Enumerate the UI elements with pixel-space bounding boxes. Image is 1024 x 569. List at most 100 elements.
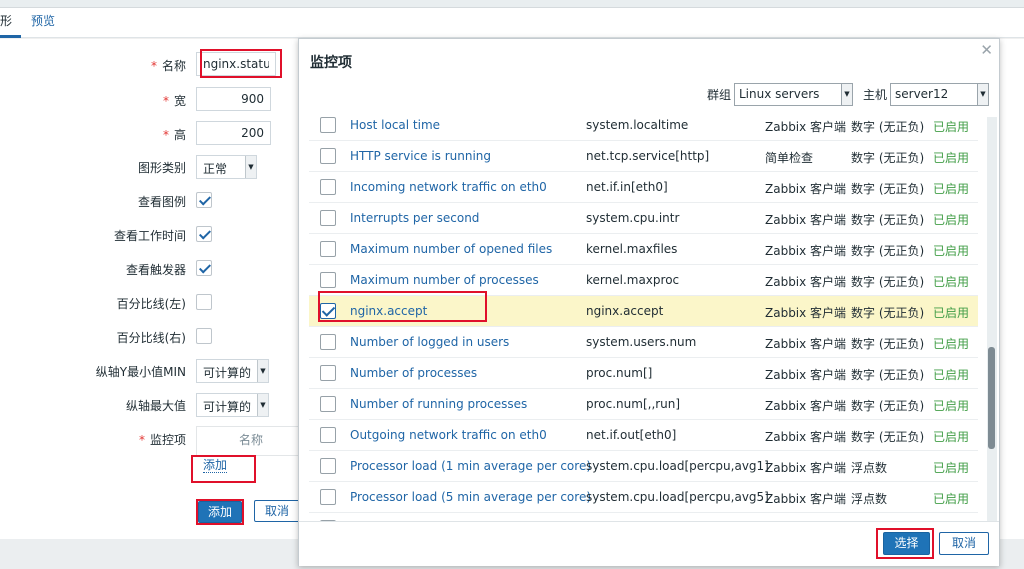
- group-select[interactable]: Linux servers ▼: [734, 83, 853, 106]
- group-label: 群组: [707, 88, 732, 102]
- list-scrollbar[interactable]: [987, 117, 997, 521]
- dialog-cancel-button[interactable]: 取消: [939, 532, 989, 555]
- percentile-right-label: 百分比线(右): [116, 331, 186, 345]
- item-name-link[interactable]: Processor load (5 min average per core): [350, 490, 591, 504]
- show-triggers-checkbox[interactable]: [196, 260, 212, 276]
- item-key: nginx.accept: [586, 304, 664, 318]
- tab-preview[interactable]: 预览: [31, 8, 55, 38]
- item-value-type: 数字 (无正负): [851, 151, 925, 165]
- close-icon[interactable]: ✕: [980, 41, 993, 59]
- items-column-name: 名称: [238, 433, 263, 447]
- item-name-link[interactable]: Incoming network traffic on eth0: [350, 180, 547, 194]
- table-row[interactable]: Number of running processes proc.num[,,ru…: [309, 389, 978, 420]
- item-name-link[interactable]: Number of processes: [350, 366, 477, 380]
- table-row[interactable]: Number of logged in users system.users.nu…: [309, 327, 978, 358]
- item-type: Zabbix 客户端: [765, 430, 847, 444]
- item-key: system.cpu.intr: [586, 211, 680, 225]
- item-name-link[interactable]: Maximum number of opened files: [350, 242, 552, 256]
- highlight-name: [200, 49, 282, 78]
- scrollbar-thumb[interactable]: [988, 347, 995, 449]
- item-type: Zabbix 客户端: [765, 182, 847, 196]
- item-name-link[interactable]: HTTP service is running: [350, 149, 491, 163]
- highlight-add-button: [196, 499, 244, 525]
- host-label: 主机: [863, 88, 888, 102]
- row-checkbox[interactable]: [320, 148, 336, 164]
- ymax-select[interactable]: 可计算的 ▼: [196, 393, 269, 417]
- item-key: net.tcp.service[http]: [586, 149, 710, 163]
- item-name-link[interactable]: Number of running processes: [350, 397, 527, 411]
- highlight-add-link: [191, 455, 256, 483]
- highlight-select-button: [876, 528, 934, 559]
- dialog-title: 监控项: [310, 55, 352, 71]
- item-type: Zabbix 客户端: [765, 120, 847, 134]
- percentile-right-checkbox[interactable]: [196, 328, 212, 344]
- item-name-link[interactable]: Maximum number of processes: [350, 273, 539, 287]
- name-label: * 名称: [150, 59, 186, 73]
- item-status: 已启用: [933, 461, 970, 475]
- table-row[interactable]: Outgoing network traffic on eth0 net.if.o…: [309, 420, 978, 451]
- item-status: 已启用: [933, 151, 970, 165]
- items-label: * 监控项: [138, 433, 186, 447]
- table-row[interactable]: HTTP service is running net.tcp.service[h…: [309, 141, 978, 172]
- item-type: 简单检查: [765, 151, 814, 165]
- item-value-type: 数字 (无正负): [851, 399, 925, 413]
- cancel-button[interactable]: 取消: [254, 500, 300, 522]
- graph-type-select[interactable]: 正常 ▼: [196, 155, 257, 179]
- height-input[interactable]: [196, 121, 271, 145]
- row-checkbox[interactable]: [320, 458, 336, 474]
- highlight-nginx-accept: [318, 291, 487, 322]
- item-status: 已启用: [933, 399, 970, 413]
- host-select[interactable]: server12 ▼: [890, 83, 989, 106]
- row-checkbox[interactable]: [320, 334, 336, 350]
- table-row[interactable]: Processor load (15 min average per core)…: [309, 513, 978, 521]
- graph-type-label: 图形类别: [137, 161, 186, 175]
- item-value-type: 数字 (无正负): [851, 275, 925, 289]
- chevron-down-icon: ▼: [257, 360, 268, 382]
- item-type: Zabbix 客户端: [765, 275, 847, 289]
- tab-bar: 形 预览: [0, 8, 1024, 38]
- show-legend-label: 查看图例: [137, 195, 186, 209]
- item-name-link[interactable]: Host local time: [350, 118, 440, 132]
- ymin-select[interactable]: 可计算的 ▼: [196, 359, 269, 383]
- row-checkbox[interactable]: [320, 179, 336, 195]
- item-name-link[interactable]: Number of logged in users: [350, 335, 509, 349]
- row-checkbox[interactable]: [320, 396, 336, 412]
- show-worktime-label: 查看工作时间: [113, 229, 186, 243]
- row-checkbox[interactable]: [320, 427, 336, 443]
- item-value-type: 数字 (无正负): [851, 244, 925, 258]
- row-checkbox[interactable]: [320, 272, 336, 288]
- table-row[interactable]: Host local time system.localtime Zabbix 客户…: [309, 117, 978, 141]
- show-worktime-checkbox[interactable]: [196, 226, 212, 242]
- table-row[interactable]: Processor load (1 min average per core) s…: [309, 451, 978, 482]
- item-status: 已启用: [933, 213, 970, 227]
- item-type: Zabbix 客户端: [765, 492, 847, 506]
- item-key: system.cpu.load[percpu,avg5]: [586, 490, 769, 504]
- chevron-down-icon: ▼: [841, 84, 852, 105]
- width-input[interactable]: [196, 87, 271, 111]
- item-value-type: 浮点数: [851, 461, 888, 475]
- item-name-link[interactable]: Interrupts per second: [350, 211, 479, 225]
- item-key: system.localtime: [586, 118, 689, 132]
- percentile-left-checkbox[interactable]: [196, 294, 212, 310]
- item-status: 已启用: [933, 368, 970, 382]
- item-value-type: 数字 (无正负): [851, 430, 925, 444]
- table-row[interactable]: Incoming network traffic on eth0 net.if.i…: [309, 172, 978, 203]
- item-type: Zabbix 客户端: [765, 213, 847, 227]
- show-legend-checkbox[interactable]: [196, 192, 212, 208]
- row-checkbox[interactable]: [320, 489, 336, 505]
- row-checkbox[interactable]: [320, 365, 336, 381]
- row-checkbox[interactable]: [320, 210, 336, 226]
- row-checkbox[interactable]: [320, 241, 336, 257]
- show-triggers-label: 查看触发器: [125, 263, 186, 277]
- item-value-type: 数字 (无正负): [851, 182, 925, 196]
- table-row[interactable]: Interrupts per second system.cpu.intr Zabb…: [309, 203, 978, 234]
- table-row[interactable]: Maximum number of opened files kernel.max…: [309, 234, 978, 265]
- table-row[interactable]: Number of processes proc.num[] Zabbix 客户端数…: [309, 358, 978, 389]
- table-row[interactable]: Processor load (5 min average per core) s…: [309, 482, 978, 513]
- tab-graph[interactable]: 形: [0, 8, 21, 38]
- row-checkbox[interactable]: [320, 117, 336, 133]
- item-value-type: 数字 (无正负): [851, 306, 925, 320]
- item-name-link[interactable]: Outgoing network traffic on eth0: [350, 428, 547, 442]
- item-key: net.if.in[eth0]: [586, 180, 668, 194]
- item-name-link[interactable]: Processor load (1 min average per core): [350, 459, 591, 473]
